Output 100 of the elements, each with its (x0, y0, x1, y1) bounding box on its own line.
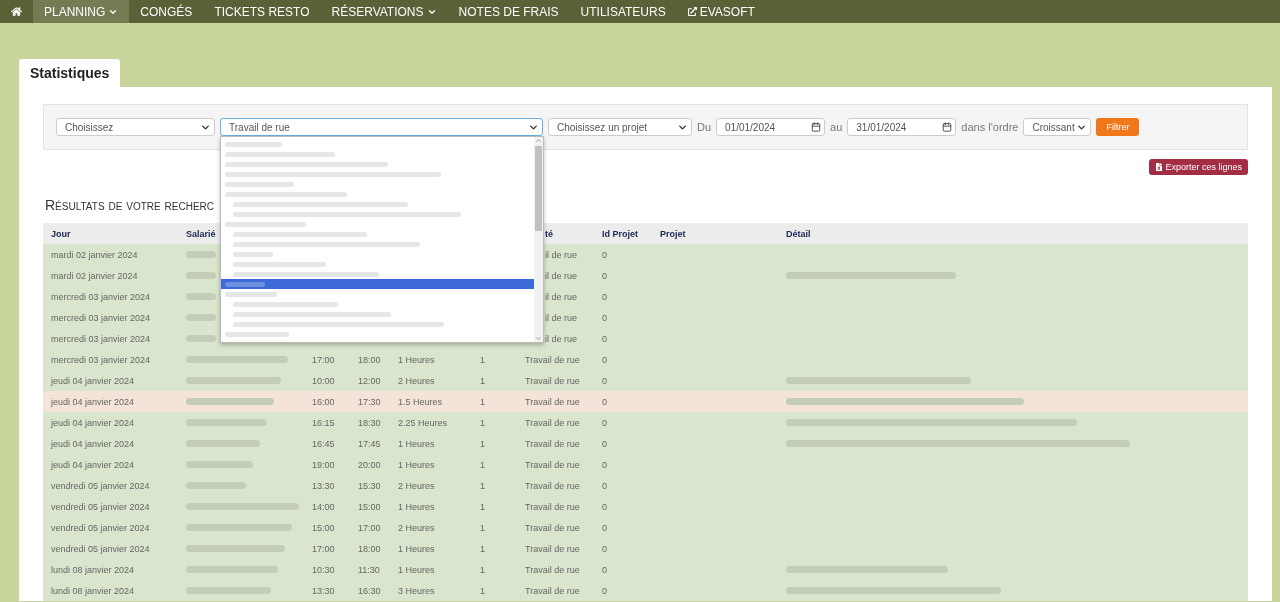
order-label: dans l'ordre (961, 121, 1019, 133)
table-cell: 16:30 (358, 585, 381, 596)
table-cell: 18:00 (358, 354, 381, 365)
scrollbar[interactable] (534, 137, 543, 342)
project-select[interactable]: Choisissez un projet (548, 118, 692, 136)
table-cell: 0 (602, 333, 607, 344)
table-cell: lundi 08 janvier 2024 (51, 564, 135, 575)
table-cell: 1 Heures (398, 543, 435, 554)
table-cell: 13:30 (312, 585, 335, 596)
table-cell: 1 (480, 564, 485, 575)
from-label: Du (697, 121, 712, 133)
table-cell: jeudi 04 janvier 2024 (51, 438, 135, 449)
blurred-text (225, 181, 294, 187)
nav-link[interactable]: RÉSERVATIONS (320, 0, 448, 23)
tab[interactable]: Statistiques (19, 59, 121, 87)
table-cell: 10:30 (312, 564, 335, 575)
table-cell: 1 (480, 585, 485, 596)
table-cell: 1 (480, 417, 485, 428)
table-cell: 1 Heures (398, 438, 435, 449)
table-cell: 16:45 (312, 438, 335, 449)
blurred-text (225, 281, 265, 287)
to-label: au (830, 121, 843, 133)
table-cell: 1 (480, 354, 485, 365)
table-cell: vendredi 05 janvier 2024 (51, 501, 150, 512)
results-heading: Résultats de votre recherc (45, 197, 215, 213)
table-cell: 18:00 (358, 543, 381, 554)
table-cell: 17:30 (358, 396, 381, 407)
table-cell: 0 (602, 543, 607, 554)
table-cell: jeudi 04 janvier 2024 (51, 459, 135, 470)
blurred-text (186, 314, 216, 321)
table-cell: 1 (480, 396, 485, 407)
table-cell: 1 (480, 522, 485, 533)
table-cell: 0 (602, 438, 607, 449)
table-cell: 0 (602, 396, 607, 407)
column-header: Id Projet (601, 228, 638, 239)
table-cell: 1.5 Heures (398, 396, 443, 407)
column-header: Détail (785, 228, 811, 239)
category-select[interactable]: Choisissez (56, 118, 215, 136)
table-cell: mardi 02 janvier 2024 (51, 249, 138, 260)
export-button[interactable]: Exporter ces lignes (1149, 159, 1248, 175)
dropdown-option[interactable] (221, 279, 534, 289)
table-cell: vendredi 05 janvier 2024 (51, 480, 150, 491)
table-cell: 2 Heures (398, 522, 435, 533)
table-cell: Travail de rue (525, 564, 580, 575)
table-cell: Travail de rue (525, 375, 580, 386)
blurred-text (186, 293, 216, 300)
table-cell: 19:00 (312, 459, 335, 470)
table-cell: 1 (480, 459, 485, 470)
table-cell: Travail de rue (525, 459, 580, 470)
nav-link[interactable]: TICKETS RESTO (203, 0, 321, 23)
nav-link[interactable]: UTILISATEURS (569, 0, 677, 23)
nav-link[interactable]: PLANNING (33, 0, 130, 23)
date-field[interactable]: 31/01/2024 (847, 118, 957, 136)
order-select[interactable]: Croissant (1023, 118, 1092, 136)
table-cell: Travail de rue (525, 543, 580, 554)
table-cell: 0 (602, 270, 607, 281)
table-cell: 0 (602, 501, 607, 512)
table-cell: Travail de rue (525, 522, 580, 533)
table-cell: 20:00 (358, 459, 381, 470)
table-cell: 16:00 (312, 396, 335, 407)
table-cell: 16:15 (312, 417, 335, 428)
table-cell: jeudi 04 janvier 2024 (51, 417, 135, 428)
table-cell: 0 (602, 417, 607, 428)
nav-link[interactable]: EVASOFT (676, 0, 766, 23)
table-cell: jeudi 04 janvier 2024 (51, 396, 135, 407)
blurred-text (186, 482, 246, 489)
blurred-text (186, 461, 253, 468)
table-cell: mercredi 03 janvier 2024 (51, 333, 151, 344)
table-cell: Travail de rue (525, 354, 580, 365)
table-cell: 17:00 (312, 354, 335, 365)
table-cell: mercredi 03 janvier 2024 (51, 291, 151, 302)
file-icon (1155, 163, 1164, 171)
table-cell: 15:00 (358, 501, 381, 512)
table-cell: 0 (602, 291, 607, 302)
table-cell: 0 (602, 249, 607, 260)
column-header: Salarié (185, 228, 216, 239)
table-cell: 2 Heures (398, 375, 435, 386)
table-cell: Travail de rue (525, 438, 580, 449)
table-cell: 1 (480, 543, 485, 554)
table-cell: Travail de rue (525, 480, 580, 491)
date-field[interactable]: 01/01/2024 (716, 118, 826, 136)
table-cell: 1 (480, 480, 485, 491)
table-cell: 10:00 (312, 375, 335, 386)
blurred-text (225, 141, 282, 147)
table-cell: mardi 02 janvier 2024 (51, 270, 138, 281)
table-cell: 0 (602, 354, 607, 365)
table-cell: jeudi 04 janvier 2024 (51, 375, 135, 386)
table-cell: mercredi 03 janvier 2024 (51, 354, 151, 365)
home-icon (11, 6, 22, 17)
table-cell: 2 Heures (398, 480, 435, 491)
table-cell: 0 (602, 564, 607, 575)
table-cell: 14:00 (312, 501, 335, 512)
scroll-up-icon (535, 137, 542, 144)
nav-link[interactable]: NOTES DE FRAIS (447, 0, 570, 23)
nav-link[interactable]: CONGÉS (129, 0, 204, 23)
blurred-text (225, 331, 289, 337)
table-cell: 1 (480, 501, 485, 512)
table-cell: 17:00 (358, 522, 381, 533)
table-cell: 15:00 (312, 522, 335, 533)
table-cell: 0 (602, 312, 607, 323)
